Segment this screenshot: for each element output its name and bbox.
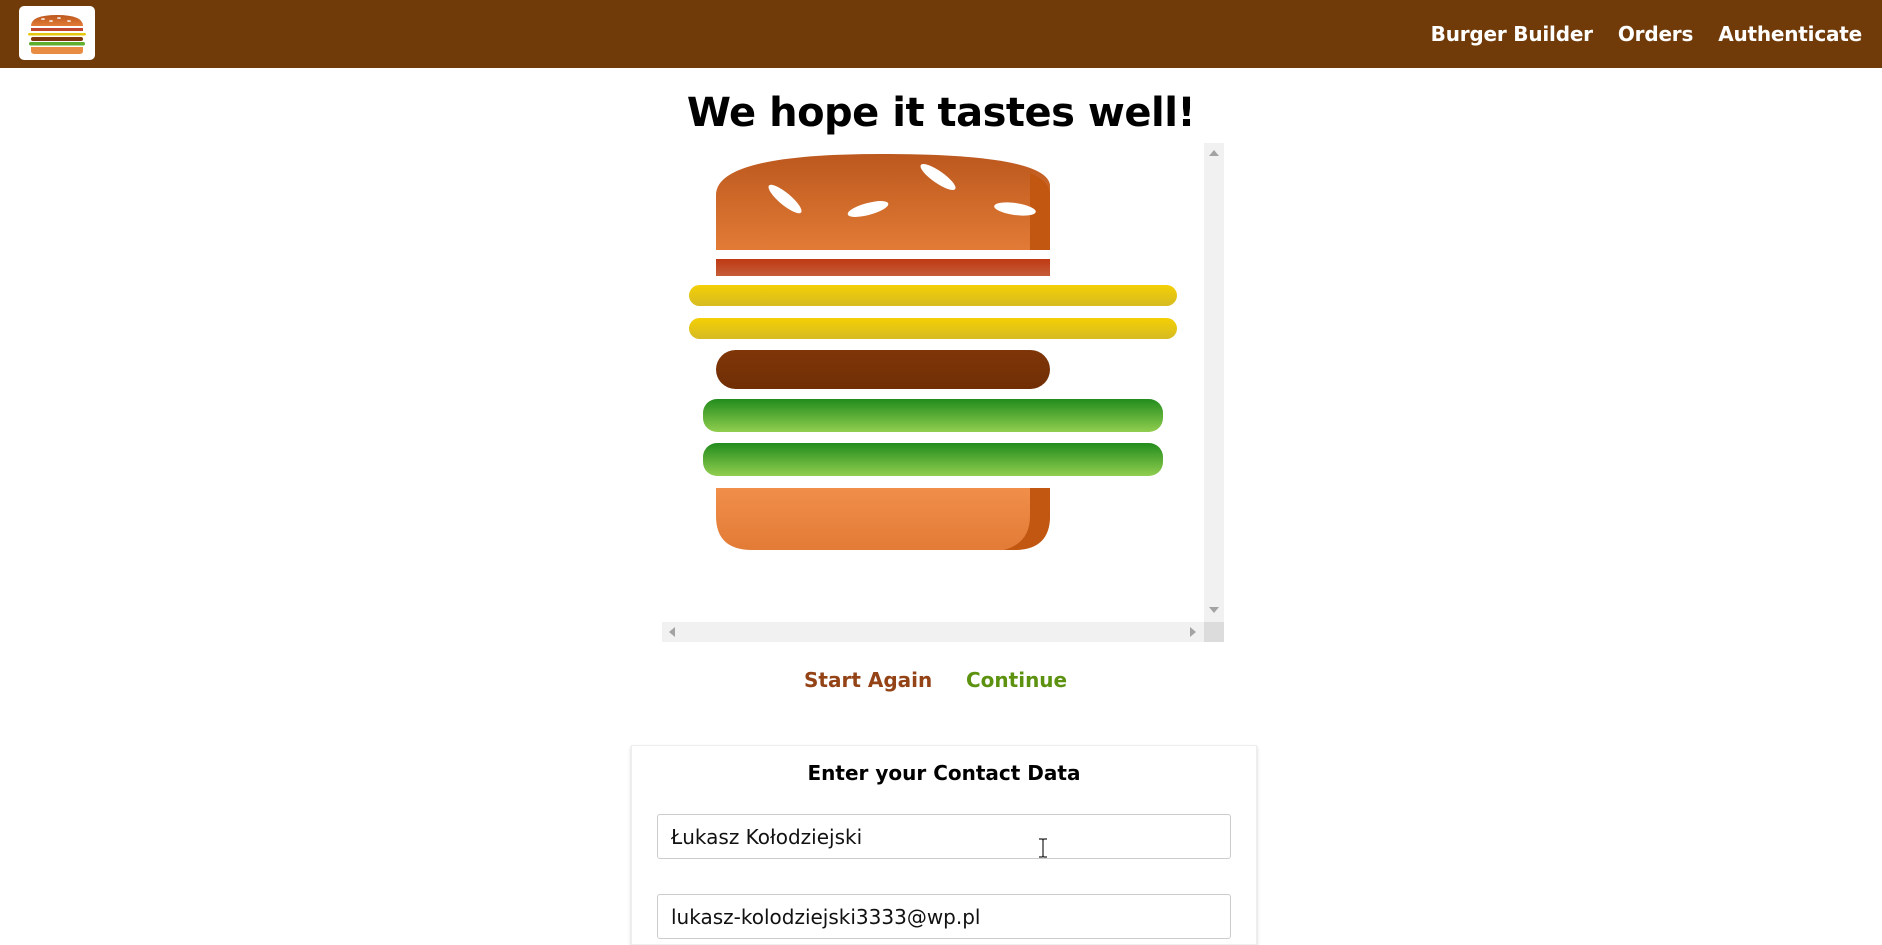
burger-illustration: [689, 154, 1177, 550]
bread-bottom: [716, 488, 1050, 550]
scrollbar-corner: [1204, 622, 1224, 642]
email-input[interactable]: [657, 894, 1231, 939]
contact-form-title: Enter your Contact Data: [807, 761, 1081, 785]
salad: [703, 443, 1163, 476]
scroll-right-icon[interactable]: [1190, 627, 1196, 637]
name-input[interactable]: [657, 814, 1231, 859]
vertical-scrollbar[interactable]: [1204, 143, 1224, 622]
bacon: [716, 259, 1050, 276]
nav-burger-builder[interactable]: Burger Builder: [1431, 22, 1593, 46]
scroll-down-icon[interactable]: [1209, 607, 1219, 613]
burger-logo-icon: [28, 15, 86, 54]
nav-orders[interactable]: Orders: [1618, 22, 1694, 46]
nav-authenticate[interactable]: Authenticate: [1718, 22, 1862, 46]
cheese: [689, 318, 1177, 339]
contact-data-form: Enter your Contact Data: [631, 745, 1257, 945]
salad: [703, 399, 1163, 432]
checkout-title: We hope it tastes well!: [686, 90, 1196, 136]
scroll-up-icon[interactable]: [1209, 150, 1219, 156]
scroll-left-icon[interactable]: [669, 627, 675, 637]
text-cursor-icon: [1039, 838, 1047, 858]
continue-button[interactable]: Continue: [966, 668, 1067, 692]
main-nav: Burger Builder Orders Authenticate: [1406, 0, 1863, 68]
meat: [716, 350, 1050, 389]
start-again-button[interactable]: Start Again: [804, 668, 932, 692]
toolbar: Burger Builder Orders Authenticate: [0, 0, 1882, 68]
cheese: [689, 285, 1177, 306]
burger-logo[interactable]: [19, 6, 95, 60]
horizontal-scrollbar[interactable]: [662, 622, 1204, 642]
burger-preview[interactable]: [662, 143, 1224, 643]
